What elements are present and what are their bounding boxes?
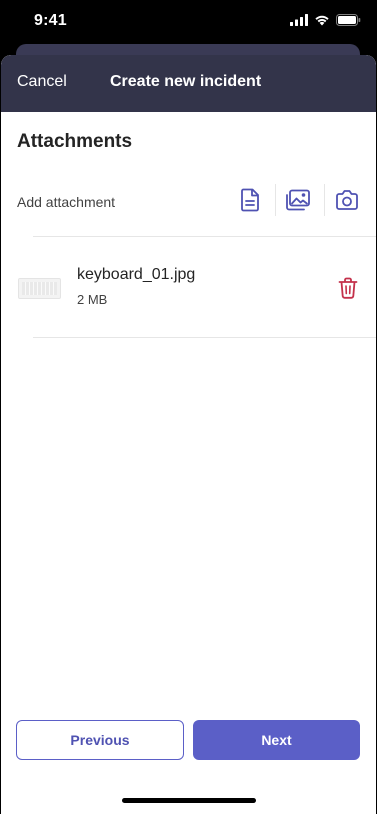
incident-sheet: Cancel Create new incident Attachments A…	[1, 55, 376, 814]
trash-icon	[338, 277, 358, 299]
divider	[33, 337, 376, 338]
attachment-file-size: 2 MB	[77, 292, 108, 307]
previous-button[interactable]: Previous	[16, 720, 184, 760]
attachments-heading: Attachments	[17, 131, 133, 152]
next-button[interactable]: Next	[193, 720, 360, 760]
add-attachment-label: Add attachment	[17, 194, 116, 210]
add-camera-button[interactable]	[334, 187, 360, 213]
delete-attachment-button[interactable]	[337, 276, 359, 300]
battery-icon	[336, 14, 361, 26]
gallery-icon	[286, 189, 310, 211]
wifi-icon	[315, 15, 329, 26]
divider	[275, 184, 276, 216]
phone-screen: 9:41 Cancel Create new incident Attachme…	[0, 0, 377, 814]
document-icon	[241, 188, 259, 212]
cellular-signal-icon	[290, 14, 308, 26]
add-image-button[interactable]	[285, 187, 311, 213]
home-indicator	[122, 798, 256, 803]
status-icons	[290, 14, 361, 26]
divider	[324, 184, 325, 216]
status-time: 9:41	[34, 12, 67, 29]
page-title: Create new incident	[110, 73, 262, 90]
nav-header: Cancel Create new incident	[1, 55, 376, 112]
add-document-button[interactable]	[237, 187, 263, 213]
status-bar: 9:41	[0, 0, 377, 44]
attachment-list-item[interactable]: keyboard_01.jpg 2 MB	[1, 237, 376, 337]
attachment-file-name: keyboard_01.jpg	[77, 266, 196, 283]
cancel-button[interactable]: Cancel	[17, 73, 67, 91]
add-attachment-row: Add attachment	[1, 175, 376, 227]
keyboard-thumbnail	[18, 278, 61, 299]
camera-icon	[336, 190, 358, 210]
